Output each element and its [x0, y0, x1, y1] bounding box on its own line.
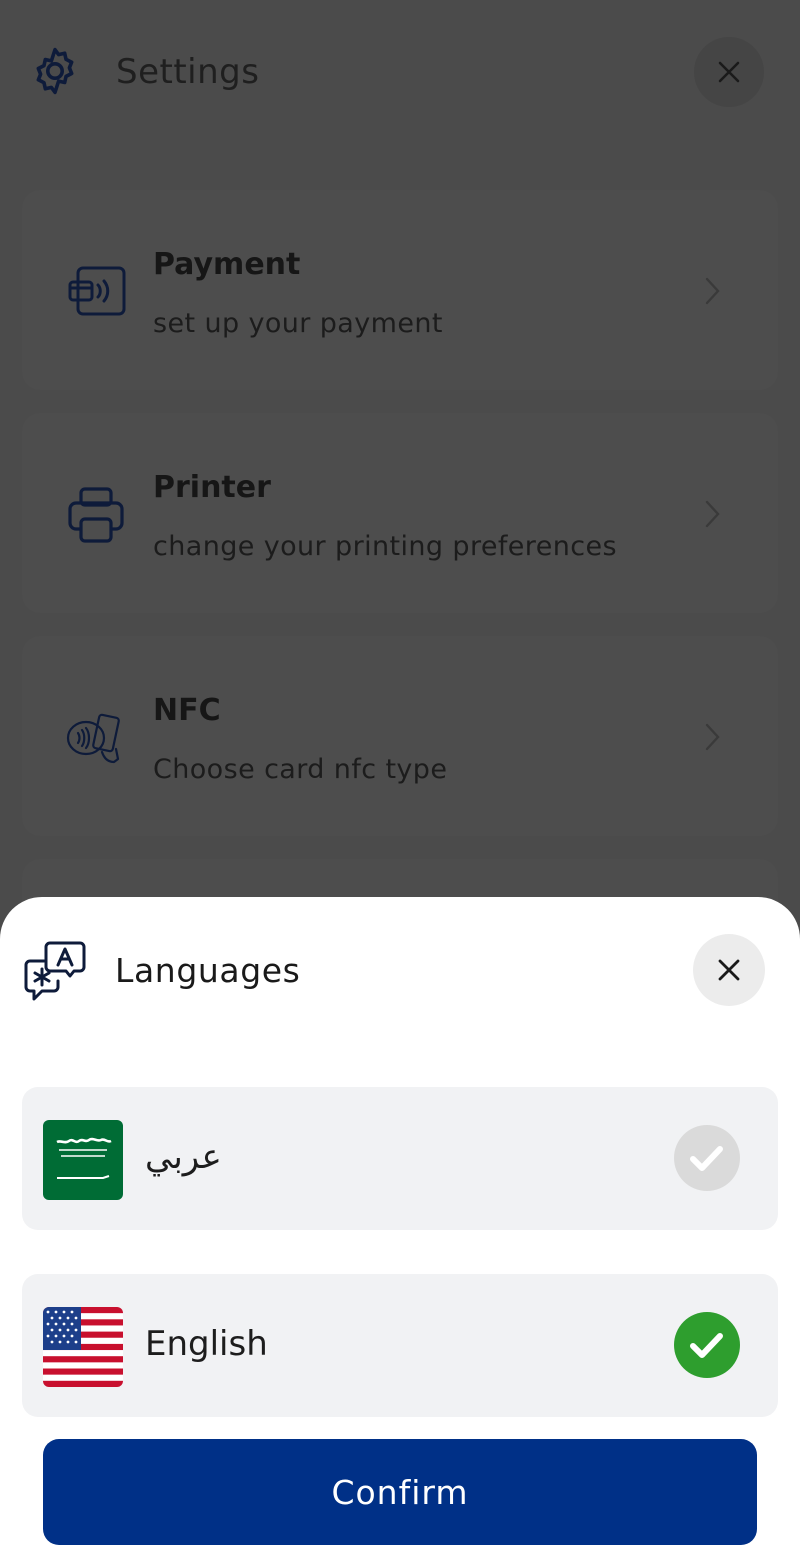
item-title: Printer — [153, 470, 271, 505]
printer-icon — [68, 487, 124, 543]
settings-item-payment[interactable]: Payment set up your payment — [22, 190, 778, 390]
settings-header: Settings — [0, 0, 800, 150]
language-label: English — [145, 1324, 268, 1364]
settings-close-button[interactable] — [694, 37, 764, 107]
unselected-check-icon[interactable] — [674, 1125, 740, 1191]
languages-sheet: Languages عربي English Confirm — [0, 897, 800, 1567]
sheet-close-button[interactable] — [693, 934, 765, 1006]
close-icon — [718, 61, 740, 83]
languages-icon — [24, 941, 86, 1001]
language-option-english[interactable]: English — [22, 1274, 778, 1417]
nfc-card-icon — [66, 713, 120, 764]
chevron-right-icon — [705, 723, 720, 751]
item-subtitle: set up your payment — [153, 308, 443, 339]
selected-check-icon[interactable] — [674, 1312, 740, 1378]
gear-icon — [36, 47, 74, 95]
item-title: Payment — [153, 247, 301, 282]
sheet-title: Languages — [115, 951, 301, 990]
item-title: NFC — [153, 693, 221, 728]
saudi-arabia-flag — [43, 1120, 123, 1200]
language-label: عربي — [145, 1137, 222, 1177]
confirm-button[interactable]: Confirm — [43, 1439, 757, 1545]
chevron-right-icon — [705, 500, 720, 528]
language-option-arabic[interactable]: عربي — [22, 1087, 778, 1230]
payment-card-icon — [68, 266, 126, 316]
item-subtitle: change your printing preferences — [153, 531, 617, 562]
chevron-right-icon — [705, 277, 720, 305]
close-icon — [718, 959, 740, 981]
settings-item-nfc[interactable]: NFC Choose card nfc type — [22, 636, 778, 836]
settings-item-printer[interactable]: Printer change your printing preferences — [22, 413, 778, 613]
page-title: Settings — [116, 52, 260, 92]
item-subtitle: Choose card nfc type — [153, 754, 448, 785]
usa-flag — [43, 1307, 123, 1387]
